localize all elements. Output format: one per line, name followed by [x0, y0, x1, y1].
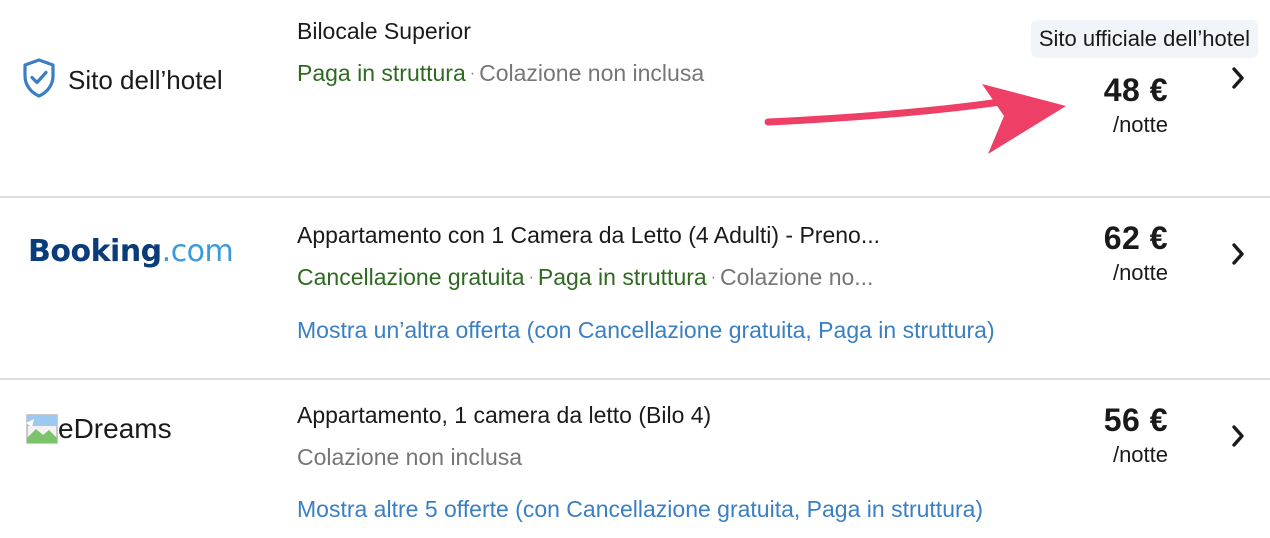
tag-pay-at-property: Paga in struttura — [297, 60, 466, 86]
per-night-label: /notte — [1112, 260, 1168, 285]
per-night-label: /notte — [1112, 442, 1168, 467]
chevron-right-icon[interactable] — [1224, 422, 1252, 450]
offer-row-edreams[interactable]: eDreams Appartamento, 1 camera da letto … — [0, 380, 1270, 538]
tag-separator: · — [469, 65, 476, 82]
offer-details: Appartamento con 1 Camera da Letto (4 Ad… — [297, 220, 1077, 345]
annotation-arrow-icon — [764, 84, 1066, 154]
tag-separator: · — [528, 269, 534, 286]
tag-breakfast: Colazione no... — [720, 264, 874, 290]
price-box[interactable]: 62 € /notte — [1104, 220, 1168, 288]
per-night-label: /notte — [1112, 112, 1168, 137]
tag-breakfast: Colazione non inclusa — [479, 60, 705, 86]
price-box[interactable]: 56 € /notte — [1104, 402, 1168, 470]
booking-logo: Booking.com — [28, 234, 234, 269]
offer-row-hotel-site[interactable]: Sito dell’hotel Bilocale Superior Paga i… — [0, 0, 1270, 198]
broken-image-icon — [26, 414, 58, 444]
more-offers-link[interactable]: Mostra altre 5 offerte (con Cancellazion… — [297, 494, 1077, 524]
price: 48 € — [1103, 72, 1168, 108]
room-title: Appartamento, 1 camera da letto (Bilo 4) — [297, 402, 712, 428]
tag-free-cancellation: Cancellazione gratuita — [297, 264, 525, 290]
offer-tags: Cancellazione gratuita · Paga in struttura… — [297, 262, 1077, 293]
booking-logo-text: Booking — [28, 234, 162, 269]
room-title: Appartamento con 1 Camera da Letto (4 Ad… — [297, 222, 880, 248]
chevron-right-icon[interactable] — [1224, 64, 1252, 92]
booking-logo-suffix: .com — [161, 234, 234, 269]
edreams-logo: eDreams — [26, 414, 172, 444]
provider-hotel-site: Sito dell’hotel — [22, 58, 223, 103]
offer-tags: Colazione non inclusa — [297, 442, 1077, 472]
tag-breakfast: Colazione non inclusa — [297, 444, 523, 470]
chevron-right-icon[interactable] — [1224, 240, 1252, 268]
more-offers-link[interactable]: Mostra un’altra offerta (con Cancellazio… — [297, 315, 1077, 345]
provider-name: Sito dell’hotel — [68, 65, 223, 95]
offer-details: Appartamento, 1 camera da letto (Bilo 4)… — [297, 400, 1077, 524]
price: 62 € — [1103, 220, 1168, 256]
price-box[interactable]: 48 € /notte — [1104, 72, 1168, 140]
shield-check-icon — [22, 58, 56, 103]
tag-separator: · — [710, 269, 717, 286]
official-site-label: Sito ufficiale dell’hotel — [1030, 20, 1258, 58]
offer-row-booking[interactable]: Booking.com Appartamento con 1 Camera da… — [0, 198, 1270, 380]
room-title: Bilocale Superior — [297, 18, 471, 44]
price: 56 € — [1103, 402, 1168, 438]
tag-pay-at-property: Paga in struttura — [537, 264, 707, 290]
provider-name: eDreams — [58, 413, 172, 444]
